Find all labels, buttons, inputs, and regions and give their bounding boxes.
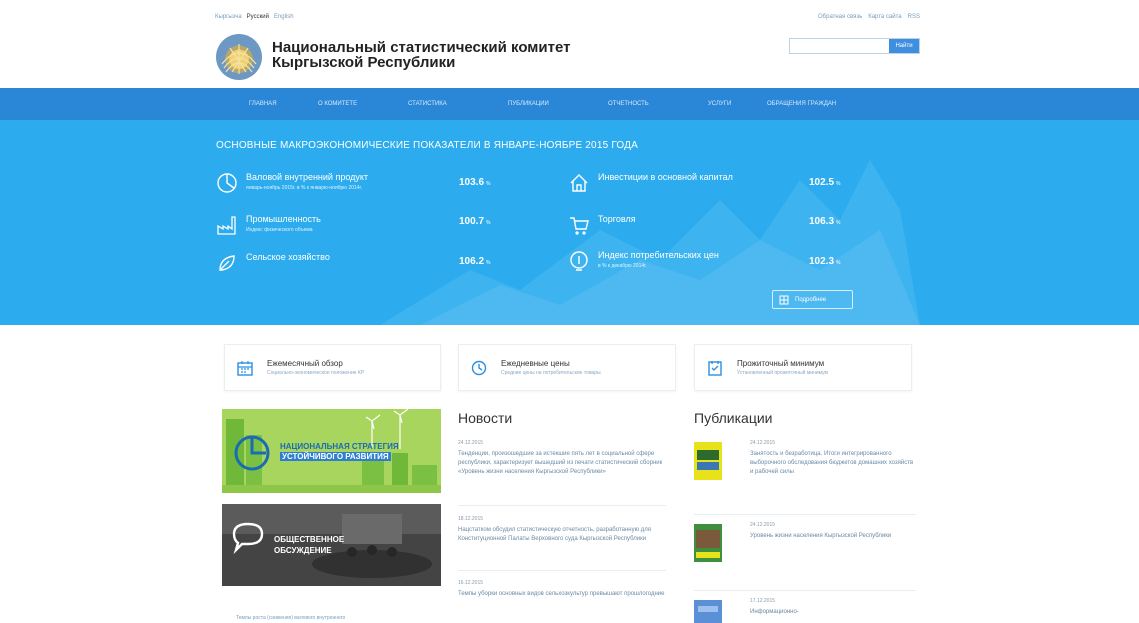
nav-item-services[interactable]: Услуги xyxy=(708,101,767,107)
card-title: Прожиточный минимум xyxy=(737,359,825,368)
card-subtitle: Средние цены на потребительские товары xyxy=(501,370,601,376)
more-button[interactable]: Подробнее xyxy=(772,290,853,309)
growth-rate-link[interactable]: Темпы роста (снижения) валового внутренн… xyxy=(236,615,345,621)
search-box: Найти xyxy=(789,38,920,54)
indicator-cpi[interactable]: Индекс потребительских цен в % к декабрю… xyxy=(568,250,719,272)
page: Кыргызча Русский English Обратная связь … xyxy=(0,0,1139,623)
indicator-name: Торговля xyxy=(598,214,636,224)
news-text: Темпы уборки основных видов сельхозкульт… xyxy=(458,591,665,597)
site-title: Национальный статистический комитет Кырг… xyxy=(272,39,571,71)
lang-russian[interactable]: Русский xyxy=(247,14,269,20)
feedback-link[interactable]: Обратная связь xyxy=(818,14,862,20)
macro-indicators-panel: Основные макроэкономические показатели в… xyxy=(0,120,1139,325)
nav-item-home[interactable]: Главная xyxy=(205,101,318,107)
indicator-name: Инвестиции в основной капитал xyxy=(598,172,733,182)
nav-item-reporting[interactable]: Отчетность xyxy=(608,101,708,107)
news-date: 16.12.2015 xyxy=(458,580,484,586)
publication-item[interactable]: 17.12.2015 Информационно- xyxy=(694,598,916,623)
card-title: Ежедневные цены xyxy=(501,359,570,368)
strategy-banner[interactable]: Национальная стратегия устойчивого разви… xyxy=(222,409,441,493)
card-subtitle: Установленный прожиточный минимум xyxy=(737,370,828,376)
main-nav: Главная О комитете Статистика Публикации… xyxy=(0,88,1139,120)
publication-cover xyxy=(694,442,722,480)
publication-cover xyxy=(694,524,722,562)
discussion-banner-text: Общественное обсуждение xyxy=(274,535,345,555)
publication-date: 17.12.2015 xyxy=(750,598,776,604)
news-date: 24.12.2015 xyxy=(458,440,484,446)
strategy-banner-text: Национальная стратегия устойчивого разви… xyxy=(280,442,399,461)
clock-icon xyxy=(471,360,487,375)
price-index-icon xyxy=(570,251,588,271)
indicator-name: Индекс потребительских цен xyxy=(598,250,719,260)
indicator-value: 106.3% xyxy=(809,216,841,227)
indicator-value: 102.5% xyxy=(809,177,841,188)
indicator-gdp[interactable]: Валовой внутренний продукт январь-ноябрь… xyxy=(216,172,368,194)
publication-cover xyxy=(694,600,722,623)
nav-item-appeals[interactable]: Обращения граждан xyxy=(767,101,836,107)
indicator-sub: Индекс физического объема xyxy=(246,227,313,233)
hero-title: Основные макроэкономические показатели в… xyxy=(216,140,638,151)
discussion-banner[interactable]: Общественное обсуждение xyxy=(222,504,441,586)
indicator-investments[interactable]: Инвестиции в основной капитал xyxy=(568,172,733,194)
publication-item[interactable]: 24.12.2015 Уровень жизни населения Кыргы… xyxy=(694,522,916,582)
card-subtitle: Социально-экономическое положение КР xyxy=(267,370,365,376)
indicator-sub: январь-ноябрь 2015г. в % к январю-ноябрю… xyxy=(246,185,363,191)
more-button-label: Подробнее xyxy=(795,296,827,303)
card-monthly-review[interactable]: Ежемесячный обзор Социально-экономическо… xyxy=(224,344,441,391)
publication-text: Занятость и безработица. Итоги интегриро… xyxy=(750,451,914,475)
indicator-value: 103.6% xyxy=(459,177,491,188)
top-links: Обратная связь Карта сайта RSS xyxy=(818,14,920,20)
news-date: 18.12.2015 xyxy=(458,516,484,522)
nav-item-statistics[interactable]: Статистика xyxy=(408,101,508,107)
news-item[interactable]: 24.12.2015 Тенденции, произошедшие за ис… xyxy=(458,440,666,477)
indicator-name: Промышленность xyxy=(246,214,321,224)
publications-title: Публикации xyxy=(694,410,773,426)
divider xyxy=(458,570,666,571)
indicator-name: Сельское хозяйство xyxy=(246,252,330,262)
news-item[interactable]: 16.12.2015 Темпы уборки основных видов с… xyxy=(458,580,666,599)
sitemap-link[interactable]: Карта сайта xyxy=(868,14,901,20)
publication-text: Информационно- xyxy=(750,609,799,615)
rss-link[interactable]: RSS xyxy=(908,14,920,20)
cart-icon xyxy=(570,217,589,235)
indicator-value: 100.7% xyxy=(459,216,491,227)
indicator-sub: в % к декабрю 2014г. xyxy=(598,263,647,269)
indicator-value: 106.2% xyxy=(459,256,491,267)
publication-text: Уровень жизни населения Кыргызской Респу… xyxy=(750,533,892,539)
indicator-agriculture[interactable]: Сельское хозяйство xyxy=(216,252,330,274)
publication-date: 24.12.2015 xyxy=(750,440,776,446)
language-switcher: Кыргызча Русский English xyxy=(215,14,294,20)
indicator-industry[interactable]: Промышленность Индекс физического объема xyxy=(216,214,321,236)
nav-item-about[interactable]: О комитете xyxy=(318,101,408,107)
card-subsistence-minimum[interactable]: Прожиточный минимум Установленный прожит… xyxy=(694,344,912,391)
divider xyxy=(694,590,916,591)
calendar-icon xyxy=(237,360,253,376)
publication-item[interactable]: 24.12.2015 Занятость и безработица. Итог… xyxy=(694,440,916,510)
news-text: Нацстатком обсудил статистическую отчетн… xyxy=(458,527,651,542)
news-item[interactable]: 18.12.2015 Нацстатком обсудил статистиче… xyxy=(458,516,666,544)
search-button[interactable]: Найти xyxy=(889,39,919,53)
divider xyxy=(458,505,666,506)
indicator-name: Валовой внутренний продукт xyxy=(246,172,369,182)
divider xyxy=(694,514,916,515)
pie-chart-icon xyxy=(217,173,237,193)
house-icon xyxy=(570,174,588,192)
logo[interactable] xyxy=(216,34,262,80)
publication-date: 24.12.2015 xyxy=(750,522,776,528)
lang-english[interactable]: English xyxy=(274,14,294,20)
card-daily-prices[interactable]: Ежедневные цены Средние цены на потребит… xyxy=(458,344,676,391)
lang-kyrgyz[interactable]: Кыргызча xyxy=(215,14,242,20)
indicator-value: 102.3% xyxy=(809,256,841,267)
indicator-trade[interactable]: Торговля xyxy=(568,214,636,236)
grid-icon xyxy=(779,295,789,304)
news-text: Тенденции, произошедшие за истекшие пять… xyxy=(458,451,663,475)
news-title: Новости xyxy=(458,410,513,426)
factory-icon xyxy=(217,216,236,235)
card-title: Ежемесячный обзор xyxy=(267,359,343,368)
leaf-icon xyxy=(219,255,235,271)
nav-item-publications[interactable]: Публикации xyxy=(508,101,608,107)
document-icon xyxy=(708,360,722,376)
search-input[interactable] xyxy=(790,39,889,53)
